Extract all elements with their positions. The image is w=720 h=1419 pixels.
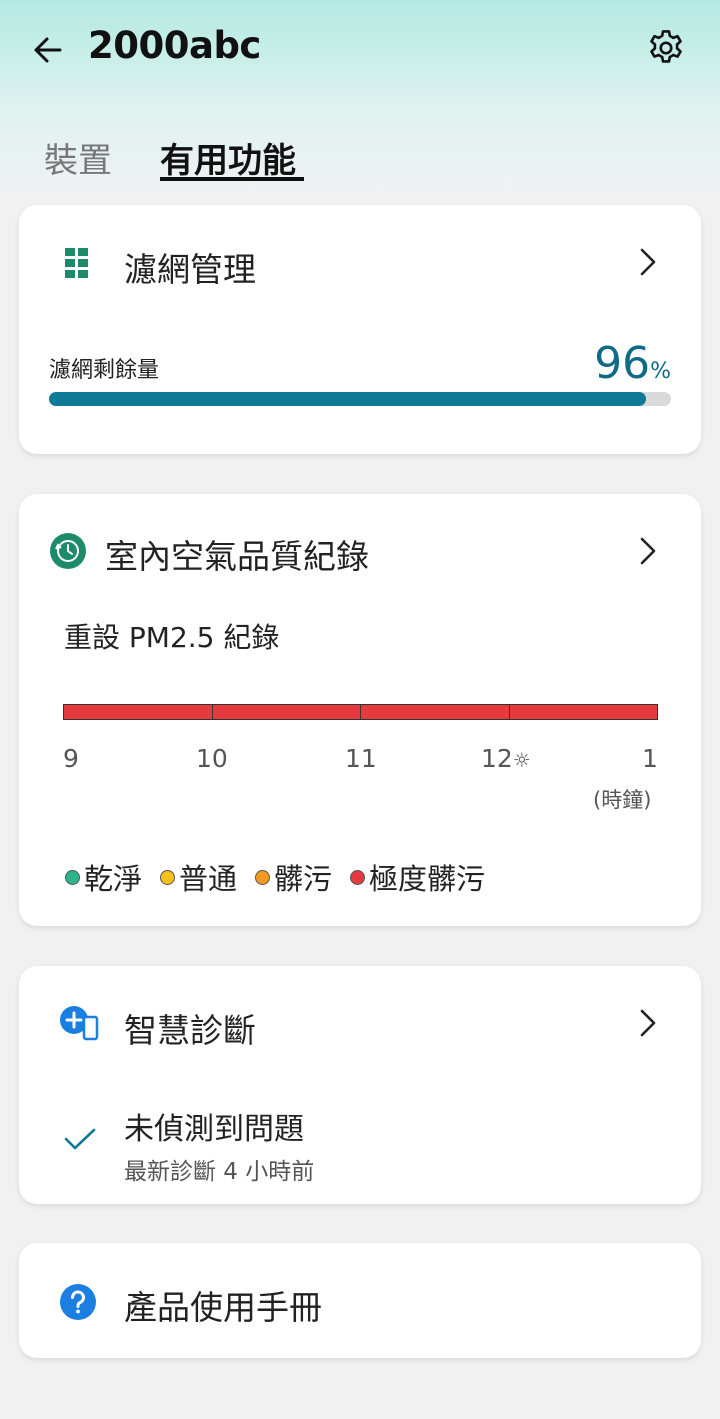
legend-label: 髒污 (274, 862, 333, 896)
chevron-right-icon (640, 248, 656, 276)
legend-label: 極度髒污 (369, 862, 486, 896)
time-tick-noon: 12☼ (481, 744, 531, 773)
tab-bar: 裝置 有用功能 (0, 125, 720, 185)
device-plus-icon (60, 1006, 99, 1041)
gear-icon (650, 30, 682, 63)
timeline-segment (64, 705, 213, 719)
diag-card-title: 智慧診斷 (124, 1011, 256, 1050)
timeline-segment (509, 705, 657, 719)
aqi-legend: 乾淨 普通 髒污 極度髒污 (65, 856, 485, 898)
settings-button[interactable] (642, 24, 690, 72)
filter-grid-icon (65, 248, 88, 278)
legend-normal: 普通 (160, 856, 237, 898)
filter-management-card[interactable]: 濾網管理 濾網剩餘量 96% (19, 205, 701, 454)
timeline-segment (212, 705, 361, 719)
chevron-right-icon (640, 1009, 656, 1037)
tab-useful-features[interactable]: 有用功能 (160, 133, 296, 182)
legend-dirty: 髒污 (255, 856, 332, 898)
time-tick-label: 12 (481, 744, 513, 773)
filter-remaining-unit: % (650, 359, 671, 384)
timeline-segment (361, 705, 510, 719)
legend-label: 乾淨 (84, 862, 143, 896)
legend-dot (350, 869, 366, 885)
legend-dot (255, 869, 271, 885)
filter-remaining-number: 96 (594, 338, 651, 389)
tab-device[interactable]: 裝置 (44, 133, 112, 182)
filter-progress-bar (49, 392, 671, 406)
time-tick: 11 (345, 744, 377, 773)
time-tick: 9 (63, 744, 79, 773)
chevron-right-icon (640, 537, 656, 565)
time-tick: 1 (642, 744, 658, 773)
product-manual-card[interactable]: 產品使用手冊 (19, 1243, 701, 1358)
arrow-left-icon (34, 37, 62, 63)
app-header: 2000abc (0, 0, 720, 100)
question-icon (60, 1284, 96, 1320)
filter-card-title: 濾網管理 (124, 250, 256, 289)
legend-label: 普通 (179, 862, 238, 896)
filter-progress-fill (49, 392, 647, 406)
smart-diagnosis-card[interactable]: 智慧診斷 未偵測到問題 最新診斷 4 小時前 (19, 966, 701, 1204)
legend-clean: 乾淨 (65, 856, 142, 898)
legend-dot (65, 869, 80, 885)
pm25-timeline (63, 704, 658, 720)
time-unit-label: (時鐘) (593, 788, 652, 812)
check-icon (64, 1128, 96, 1150)
filter-remaining-value: 96% (594, 338, 671, 389)
back-button[interactable] (28, 28, 68, 72)
legend-dot (160, 869, 176, 885)
time-tick: 10 (196, 744, 228, 773)
air-quality-record-card[interactable]: 室內空氣品質紀錄 重設 PM2.5 紀錄 9 10 11 12☼ 1 (時鐘) … (19, 494, 701, 926)
diag-last-check: 最新診斷 4 小時前 (124, 1159, 315, 1185)
legend-very-dirty: 極度髒污 (350, 856, 485, 898)
sun-icon: ☼ (512, 748, 531, 772)
active-tab-indicator (160, 177, 304, 181)
filter-remaining-label: 濾網剩餘量 (49, 358, 160, 383)
diag-status: 未偵測到問題 (124, 1112, 304, 1147)
aqi-card-title: 室內空氣品質紀錄 (105, 537, 369, 576)
reset-pm25-button[interactable]: 重設 PM2.5 紀錄 (64, 616, 279, 656)
manual-card-title: 產品使用手冊 (124, 1288, 322, 1327)
page-title: 2000abc (88, 24, 261, 67)
history-clock-icon (50, 533, 86, 569)
